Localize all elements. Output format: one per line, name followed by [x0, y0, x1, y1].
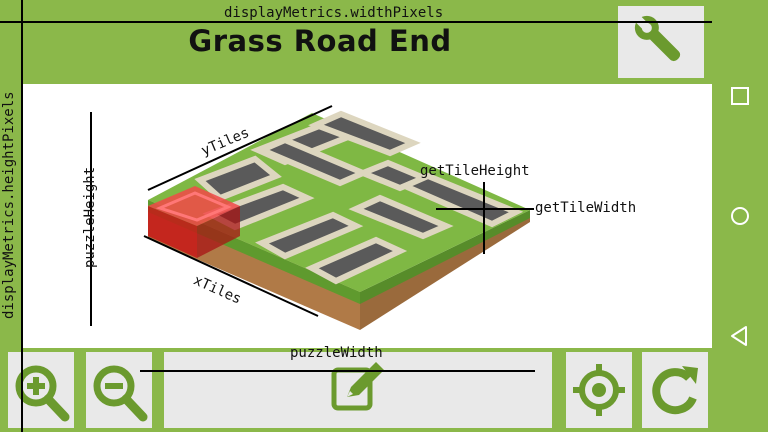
display-height-label: displayMetrics.heightPixels: [1, 91, 17, 319]
zoom-in-icon: [15, 365, 70, 422]
display-width-label: displayMetrics.widthPixels: [224, 5, 444, 21]
settings-button[interactable]: [618, 6, 704, 78]
zoom-in-button[interactable]: [8, 352, 74, 428]
display-width-line: [0, 21, 712, 23]
tile-width-label: getTileWidth: [535, 200, 637, 216]
recent-apps-icon[interactable]: [726, 82, 754, 110]
y-tiles-line: [143, 105, 534, 317]
wrench-icon: [634, 15, 681, 62]
home-icon[interactable]: [726, 202, 754, 230]
app-screen: Grass Road End puzzleHeight yTiles xTile…: [0, 0, 712, 432]
tile-height-label: getTileHeight: [420, 163, 530, 179]
puzzle-width-label: puzzleWidth: [290, 345, 383, 361]
center-button[interactable]: [566, 352, 632, 428]
reset-button[interactable]: [642, 352, 708, 428]
zoom-out-button[interactable]: [86, 352, 152, 428]
display-height-line: [21, 0, 23, 432]
android-navigation-bar: [712, 0, 768, 432]
edit-icon: [331, 362, 384, 411]
crosshair-icon: [573, 364, 625, 416]
puzzle-title: Grass Road End: [188, 24, 452, 58]
puzzle-width-line: [140, 370, 535, 372]
refresh-icon: [652, 366, 698, 415]
back-icon[interactable]: [726, 322, 754, 350]
puzzle-canvas[interactable]: puzzleHeight yTiles xTiles getTileHeight…: [22, 84, 712, 348]
edit-button[interactable]: [164, 352, 552, 428]
zoom-out-icon: [93, 365, 148, 422]
